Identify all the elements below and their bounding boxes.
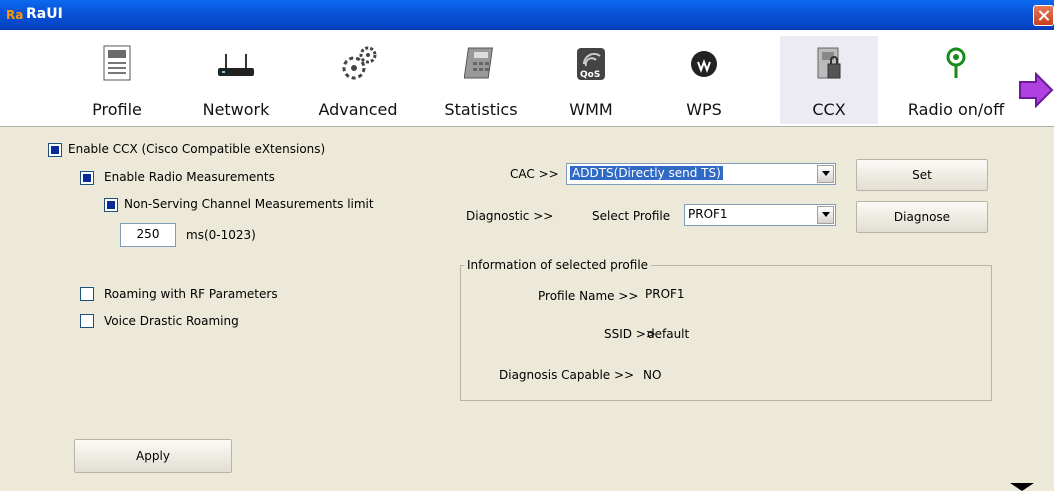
statistics-icon	[464, 47, 494, 79]
select-profile-value: PROF1	[688, 207, 728, 221]
roaming-rf-label: Roaming with RF Parameters	[104, 287, 278, 301]
radio-measurements-checkbox[interactable]	[80, 171, 94, 185]
diagnosis-capable-label: Diagnosis Capable >>	[499, 368, 635, 382]
tab-label: Radio on/off	[907, 100, 1005, 119]
set-button[interactable]: Set	[856, 159, 988, 191]
measurement-limit-unit: ms(0-1023)	[186, 228, 256, 242]
radio-measurements-label: Enable Radio Measurements	[104, 170, 275, 184]
app-logo: Ra	[6, 8, 24, 22]
tab-label: Statistics	[444, 100, 518, 119]
title-bar: Ra RaUI	[0, 0, 1054, 30]
wps-icon	[691, 51, 717, 77]
tab-label: Advanced	[318, 100, 398, 119]
tab-profile[interactable]: Profile	[72, 36, 162, 124]
profile-icon	[103, 45, 131, 81]
apply-button[interactable]: Apply	[74, 439, 232, 473]
wmm-qos-icon: QoS	[577, 48, 605, 80]
diagnose-button[interactable]: Diagnose	[856, 201, 988, 233]
scroll-down-arrow-icon[interactable]	[1010, 483, 1034, 491]
advanced-icon	[342, 46, 377, 80]
main-toolbar: Profile Network Advanced Statistics QoS …	[0, 30, 1054, 127]
enable-ccx-label: Enable CCX (Cisco Compatible eXtensions)	[68, 142, 326, 156]
ssid-value: default	[647, 327, 690, 341]
ccx-panel: Enable CCX (Cisco Compatible eXtensions)…	[0, 127, 1054, 491]
roaming-rf-checkbox[interactable]	[80, 287, 94, 301]
cac-label: CAC >>	[510, 167, 559, 181]
tab-wmm[interactable]: QoS WMM	[556, 36, 626, 124]
close-button[interactable]	[1033, 5, 1054, 26]
profile-name-label: Profile Name >>	[538, 289, 639, 303]
tab-label: WMM	[569, 100, 613, 119]
profile-name-value: PROF1	[645, 287, 685, 301]
tab-statistics[interactable]: Statistics	[434, 36, 528, 124]
voice-roaming-checkbox[interactable]	[80, 314, 94, 328]
chevron-down-icon[interactable]	[817, 165, 834, 183]
tab-radio-on-off[interactable]: Radio on/off	[892, 36, 1020, 124]
tab-advanced[interactable]: Advanced	[306, 36, 410, 124]
tab-label: WPS	[686, 100, 722, 119]
tab-network[interactable]: Network	[186, 36, 286, 124]
diagnosis-capable-value: NO	[643, 368, 662, 382]
tab-label: CCX	[812, 100, 846, 119]
chevron-down-icon[interactable]	[817, 206, 834, 224]
window-title: RaUI	[26, 6, 63, 22]
tab-wps[interactable]: WPS	[664, 36, 744, 124]
non-serving-checkbox[interactable]	[104, 198, 118, 212]
diagnostic-label: Diagnostic >>	[466, 209, 554, 223]
radio-icon	[946, 47, 966, 78]
tab-ccx[interactable]: CCX	[780, 36, 878, 124]
cac-select[interactable]: ADDTS(Directly send TS)	[566, 163, 836, 185]
select-profile-dropdown[interactable]: PROF1	[684, 204, 836, 226]
scroll-right-arrow-icon[interactable]	[1018, 72, 1054, 108]
profile-info-title: Information of selected profile	[464, 258, 652, 272]
cac-selected-value: ADDTS(Directly send TS)	[570, 166, 723, 180]
select-profile-label: Select Profile	[592, 209, 671, 223]
tab-label: Profile	[92, 100, 142, 119]
ccx-icon	[817, 47, 841, 79]
non-serving-label: Non-Serving Channel Measurements limit	[124, 197, 374, 211]
svg-text:QoS: QoS	[580, 70, 600, 80]
network-icon	[218, 54, 254, 76]
measurement-limit-input[interactable]: 250	[120, 223, 176, 247]
tab-label: Network	[202, 100, 270, 119]
enable-ccx-checkbox[interactable]	[48, 143, 62, 157]
voice-roaming-label: Voice Drastic Roaming	[104, 314, 239, 328]
